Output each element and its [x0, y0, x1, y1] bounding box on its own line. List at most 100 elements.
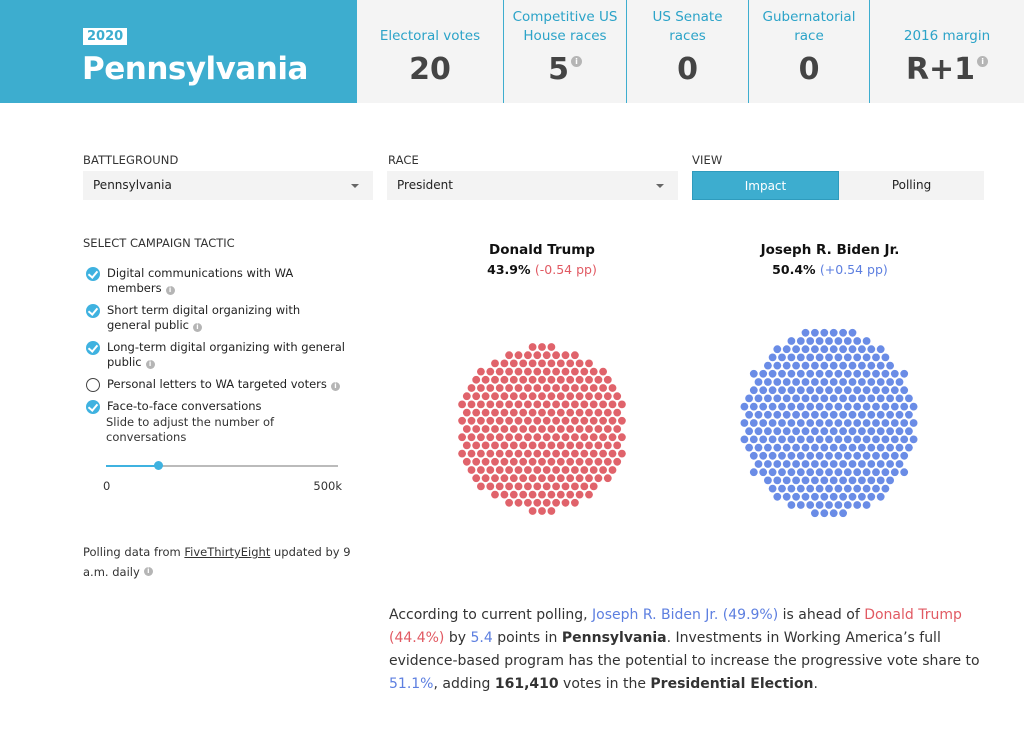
vote-dot — [542, 384, 551, 392]
vote-dot — [552, 433, 560, 442]
vote-dot — [749, 386, 758, 395]
checked-checkbox-icon[interactable] — [86, 267, 100, 281]
tactic-item[interactable]: Long-term digital organizing with genera… — [86, 340, 346, 370]
conversations-slider[interactable] — [106, 460, 338, 472]
vote-dot — [843, 501, 852, 509]
vote-dot — [524, 384, 532, 392]
vote-dot — [505, 482, 513, 491]
vote-dot — [872, 353, 880, 362]
vote-dot — [801, 492, 810, 501]
vote-dot — [876, 361, 885, 370]
vote-dot — [815, 435, 824, 444]
vote-dot — [820, 410, 829, 419]
vote-dot — [745, 443, 753, 452]
vote-dot — [571, 433, 579, 442]
vote-dot — [472, 457, 481, 466]
vote-dot — [792, 394, 800, 403]
vote-dot — [533, 367, 542, 376]
vote-dot — [853, 337, 862, 345]
vote-dot — [787, 484, 796, 493]
vote-dot — [806, 353, 815, 362]
view-impact-button[interactable]: Impact — [692, 171, 839, 200]
vote-dot — [876, 460, 885, 468]
vote-dot — [782, 345, 791, 354]
vote-dot — [524, 449, 532, 458]
info-icon[interactable]: i — [570, 56, 582, 67]
checked-checkbox-icon[interactable] — [86, 341, 100, 355]
vote-dot — [542, 498, 551, 507]
vote-dot — [542, 351, 551, 360]
vote-dot — [575, 375, 584, 384]
vote-dot — [829, 345, 838, 354]
vote-dot — [848, 410, 857, 419]
vote-dot — [773, 443, 782, 452]
tactic-item[interactable]: Digital communications with WA members i — [86, 266, 346, 296]
vote-dot — [745, 427, 753, 436]
vote-dot — [782, 427, 791, 436]
vote-dot — [839, 410, 847, 419]
vote-dot — [890, 419, 899, 427]
vote-dot — [764, 394, 772, 403]
vote-dot — [820, 345, 829, 354]
race-select[interactable]: President — [387, 171, 678, 200]
checked-checkbox-icon[interactable] — [86, 400, 100, 414]
info-icon[interactable]: i — [330, 382, 340, 391]
info-icon[interactable]: i — [143, 567, 153, 576]
tactic-item[interactable]: Personal letters to WA targeted voters i — [86, 377, 346, 392]
vote-dot — [787, 435, 796, 444]
vote-dot — [895, 394, 904, 403]
vote-dot — [858, 394, 866, 403]
vote-dot — [556, 457, 565, 466]
vote-dot — [477, 466, 485, 474]
vote-dot — [472, 474, 481, 483]
vote-dot — [486, 466, 495, 474]
vote-dot — [796, 369, 805, 378]
vote-dot — [792, 378, 800, 386]
vote-dot — [839, 492, 847, 501]
checked-checkbox-icon[interactable] — [86, 304, 100, 318]
vote-dot — [495, 400, 504, 409]
vote-dot — [876, 427, 885, 436]
info-icon[interactable]: i — [192, 323, 202, 332]
vote-dot — [556, 425, 565, 433]
vote-dot — [825, 484, 833, 493]
vote-dot — [909, 419, 918, 427]
fivethirtyeight-link[interactable]: FiveThirtyEight — [184, 545, 270, 559]
vote-dot — [613, 392, 622, 401]
vote-dot — [806, 468, 815, 477]
vote-dot — [881, 353, 890, 362]
slider-thumb[interactable] — [154, 461, 164, 470]
vote-dot — [811, 361, 819, 370]
vote-dot — [792, 410, 800, 419]
caret-down-icon — [656, 184, 664, 188]
vote-dot — [528, 408, 537, 417]
vote-dot — [580, 367, 589, 376]
vote-dot — [740, 435, 749, 444]
vote-dot — [505, 449, 513, 458]
vote-dot — [825, 501, 833, 509]
vote-dot — [764, 460, 772, 468]
poll-margin: 5.4 — [470, 630, 493, 646]
vote-dot — [528, 425, 537, 433]
tactic-item[interactable]: Face-to-face conversations — [86, 399, 346, 414]
info-icon[interactable]: i — [977, 56, 989, 67]
vote-dot — [829, 476, 838, 485]
vote-dot — [829, 443, 838, 452]
info-icon[interactable]: i — [165, 286, 175, 295]
info-icon[interactable]: i — [145, 360, 155, 369]
vote-dot — [618, 400, 626, 409]
vote-dot — [477, 384, 485, 392]
tactic-item[interactable]: Short term digital organizing with gener… — [86, 303, 346, 333]
unchecked-checkbox-icon[interactable] — [86, 378, 100, 392]
vote-dot — [834, 484, 843, 493]
vote-dot — [524, 367, 532, 376]
vote-dot — [749, 451, 758, 460]
vote-dot — [495, 433, 504, 442]
vote-dot — [580, 449, 589, 458]
view-polling-button[interactable]: Polling — [839, 171, 984, 200]
vote-dot — [820, 394, 829, 403]
vote-dot — [505, 384, 513, 392]
battleground-select[interactable]: Pennsylvania — [83, 171, 373, 200]
vote-dot — [820, 427, 829, 436]
vote-dot — [571, 400, 579, 409]
